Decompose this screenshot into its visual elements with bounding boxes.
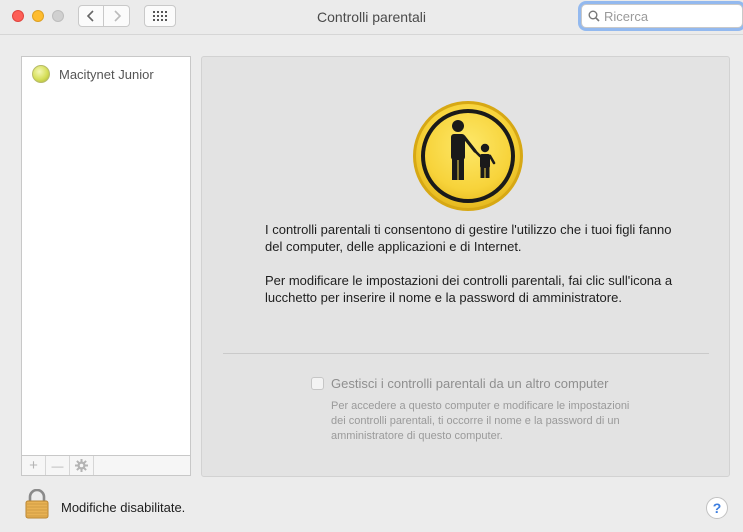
lock-instructions-text: Per modificare le impostazioni dei contr… (265, 273, 673, 305)
user-name: Macitynet Junior (59, 66, 154, 82)
remote-management-option: Gestisci i controlli parentali da un alt… (311, 376, 608, 391)
add-user-button[interactable]: + (22, 456, 46, 475)
divider (223, 353, 709, 354)
help-button[interactable]: ? (706, 497, 728, 519)
remove-user-button[interactable]: — (46, 456, 70, 475)
search-field[interactable] (581, 4, 743, 28)
gear-icon (75, 459, 88, 472)
description-text: I controlli parentali ti consentono di g… (265, 222, 672, 254)
remote-management-checkbox[interactable] (311, 377, 324, 390)
list-controls: + — (21, 456, 191, 476)
avatar (32, 65, 50, 83)
magnifier-icon (588, 10, 600, 22)
remote-management-label: Gestisci i controlli parentali da un alt… (331, 376, 609, 391)
parent-child-icon (413, 101, 523, 211)
lock-status-label: Modifiche disabilitate. (61, 500, 186, 515)
padlock-icon[interactable] (25, 489, 49, 519)
list-item[interactable]: Macitynet Junior (32, 65, 154, 83)
action-menu-button[interactable] (70, 456, 94, 475)
search-input[interactable] (604, 8, 734, 24)
user-list[interactable]: Macitynet Junior (21, 56, 191, 456)
title-bar: Controlli parentali (0, 0, 743, 35)
main-panel: I controlli parentali ti consentono di g… (201, 56, 730, 477)
remote-management-help-text: Per accedere a questo computer e modific… (331, 400, 630, 442)
